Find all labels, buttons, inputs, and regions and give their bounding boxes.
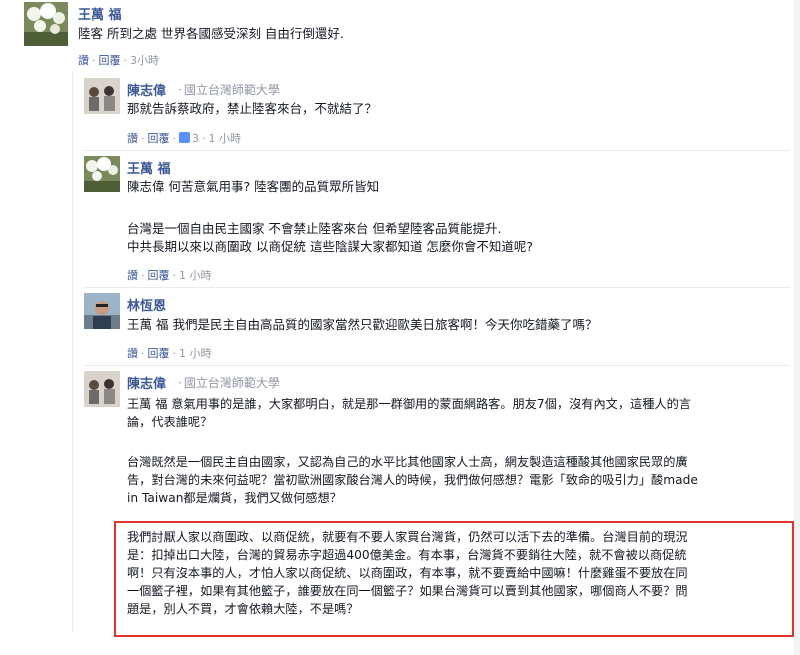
like-link[interactable]: 讚 — [78, 54, 89, 67]
commenter-name[interactable]: 林恆恩 — [127, 295, 166, 314]
avatar[interactable] — [84, 78, 120, 114]
comment-text: 那就告訴蔡政府，禁止陸客來台，不就結了？ — [127, 101, 378, 116]
avatar[interactable] — [84, 371, 120, 407]
timestamp[interactable]: 3小時 — [130, 54, 159, 67]
commenter-name[interactable]: 王萬 福 — [78, 4, 122, 23]
like-link[interactable]: 讚 — [127, 269, 138, 282]
avatar-person-icon — [84, 293, 120, 329]
reply-link[interactable]: 回覆 — [148, 347, 170, 360]
comment-text: 陳志偉 何苦意氣用事? 陸客團的品質眾所皆知 台灣是一個自由民主國家 不會禁止陸… — [127, 179, 534, 254]
like-count[interactable]: 3 — [192, 132, 199, 145]
commenter-name[interactable]: 王萬 福 — [127, 158, 171, 177]
reply-link[interactable]: 回覆 — [148, 132, 170, 145]
avatar[interactable] — [84, 293, 120, 329]
avatar-group-photo-icon — [84, 371, 120, 407]
timestamp[interactable]: 1 小時 — [209, 132, 242, 145]
like-link[interactable]: 讚 — [127, 347, 138, 360]
timestamp[interactable]: 1 小時 — [179, 269, 212, 282]
comment-actions: 讚 · 回覆 · 3小時 — [78, 54, 159, 67]
reply-link[interactable]: 回覆 — [148, 269, 170, 282]
comment-divider — [84, 365, 790, 366]
reply-link[interactable]: 回覆 — [99, 54, 121, 67]
commenter-name[interactable]: 陳志偉 — [127, 373, 166, 392]
like-link[interactable]: 讚 — [127, 132, 138, 145]
avatar[interactable] — [84, 156, 120, 192]
comment-actions: 讚 · 回覆 · 3 · 1 小時 — [127, 132, 242, 145]
avatar-flowers-icon — [24, 2, 68, 46]
highlighted-text: 我們討厭人家以商圍政、以商促統，就要有不要人家買台灣貨，仍然可以活下去的準備。台… — [127, 530, 688, 616]
comment-text: 王萬 福 我們是民主自由高品質的國家當然只歡迎歐美日旅客啊！今天你吃錯藥了嗎？ — [127, 317, 598, 332]
avatar-group-photo-icon — [84, 78, 120, 114]
thread-line — [72, 72, 73, 632]
commenter-school[interactable]: · 國立台灣師範大學 — [176, 374, 280, 391]
like-thumb-icon — [179, 132, 190, 143]
comment-actions: 讚 · 回覆 · 1 小時 — [127, 269, 212, 282]
comment-divider — [84, 287, 790, 288]
avatar-flowers-icon — [84, 156, 120, 192]
timestamp[interactable]: 1 小時 — [179, 347, 212, 360]
scrollbar[interactable] — [794, 0, 800, 655]
commenter-school[interactable]: · 國立台灣師範大學 — [176, 81, 280, 98]
comment-text: 王萬 福 意氣用事的是誰，大家都明白，就是那一群御用的蒙面網路客。朋友7個，沒有… — [127, 397, 698, 505]
avatar[interactable] — [24, 2, 68, 46]
comment-text: 陸客 所到之處 世界各國感受深刻 自由行倒還好. — [78, 26, 344, 41]
commenter-name[interactable]: 陳志偉 — [127, 80, 166, 99]
comment-divider — [84, 150, 790, 151]
comment-actions: 讚 · 回覆 · 1 小時 — [127, 347, 212, 360]
